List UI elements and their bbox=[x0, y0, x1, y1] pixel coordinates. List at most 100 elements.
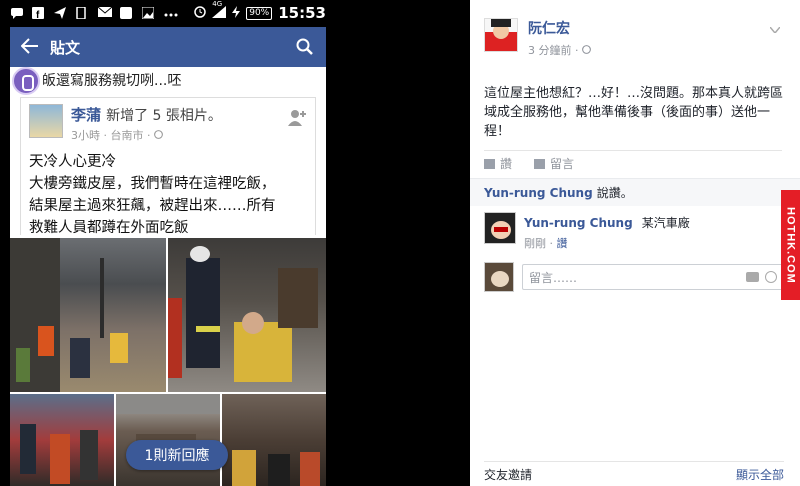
avatar[interactable] bbox=[484, 18, 518, 52]
rescuer-figure bbox=[20, 424, 36, 474]
see-all-link[interactable]: 顯示全部 bbox=[736, 466, 784, 483]
shared-post-card[interactable]: 李蒲 新增了 5 張相片。 3小時 · 台南市 · 天冷人心更冷 大樓旁鐵皮屋，… bbox=[20, 97, 316, 236]
comment-composer: 留言…… bbox=[484, 262, 784, 292]
post-meta: 3 分鐘前 · bbox=[528, 42, 591, 58]
alarm-icon bbox=[194, 5, 206, 21]
post-text-line: 天冷人心更冷 bbox=[29, 154, 116, 170]
post-author-block: 阮仁宏 3 分鐘前 · bbox=[528, 18, 591, 58]
chat-icon bbox=[10, 7, 24, 19]
photo-3[interactable] bbox=[10, 394, 114, 486]
screenshot-root: f 4G 90% 15:53 貼文 皈還寫服務親切咧...呸 李蒲 新增了 5 … bbox=[0, 0, 800, 486]
facebook-post-panel: 阮仁宏 3 分鐘前 · 這位屋主他想紅？…好！…沒問題。那本真人就跨區域成全服務… bbox=[470, 0, 800, 486]
image-icon bbox=[141, 6, 156, 20]
rescuer-figure bbox=[50, 434, 70, 484]
thumbs-up-icon bbox=[484, 159, 495, 169]
phone-icon bbox=[76, 6, 90, 20]
post-actions: 讚 留言 bbox=[484, 150, 782, 176]
likes-suffix: 說讚。 bbox=[596, 186, 633, 200]
message-icon bbox=[120, 7, 134, 19]
seated-rescuer bbox=[234, 322, 292, 382]
photo-1[interactable] bbox=[10, 238, 166, 392]
post-meta-text: 3小時 · 台南市 · bbox=[71, 129, 154, 142]
post-time[interactable]: 3 分鐘前 · bbox=[528, 44, 582, 57]
search-button[interactable] bbox=[290, 27, 326, 67]
background-people bbox=[278, 268, 318, 328]
rescuer-figure bbox=[300, 452, 320, 486]
comment-input[interactable]: 留言…… bbox=[522, 264, 784, 290]
previous-comment: 皈還寫服務親切咧...呸 bbox=[10, 67, 326, 95]
send-icon bbox=[54, 7, 68, 19]
watermark: HOTHK.COM bbox=[781, 190, 800, 300]
new-reply-button[interactable]: 1則新回應 bbox=[126, 440, 228, 470]
previous-comment-text: 皈還寫服務親切咧...呸 bbox=[42, 73, 182, 89]
like-button[interactable]: 讚 bbox=[484, 155, 512, 172]
globe-icon bbox=[154, 129, 163, 142]
post-text-line: 結果屋主過來狂飆，被趕出來……所有 bbox=[29, 198, 276, 214]
comment: Yun-rung Chung 某汽車廠 剛剛 · 讚 bbox=[484, 212, 690, 251]
comment-icon bbox=[534, 159, 546, 169]
comment-body: Yun-rung Chung 某汽車廠 剛剛 · 讚 bbox=[524, 212, 690, 251]
helmet bbox=[190, 246, 210, 262]
status-right: 4G 90% 15:53 bbox=[194, 0, 326, 22]
app-bar: 貼文 bbox=[10, 27, 326, 67]
comment-like-button[interactable]: 讚 bbox=[557, 237, 568, 250]
avatar bbox=[484, 262, 514, 292]
like-label: 讚 bbox=[500, 157, 513, 171]
comment-time[interactable]: 剛剛 bbox=[524, 237, 546, 250]
mail-icon bbox=[97, 6, 113, 19]
post-options-button[interactable] bbox=[769, 22, 781, 36]
rescuer-figure bbox=[232, 450, 256, 486]
street-lamp bbox=[100, 258, 104, 338]
facebook-icon: f bbox=[32, 7, 46, 21]
comment-author[interactable]: Yun-rung Chung bbox=[524, 216, 633, 230]
rescuer-figure bbox=[38, 326, 54, 356]
comment-placeholder: 留言…… bbox=[529, 270, 578, 285]
back-button[interactable] bbox=[10, 35, 50, 59]
comment-text: 某汽車廠 bbox=[641, 216, 690, 230]
emoji-icon[interactable] bbox=[765, 271, 777, 283]
friend-requests-label: 交友邀請 bbox=[484, 468, 533, 482]
rescuer-figure bbox=[70, 338, 90, 378]
photo-5[interactable] bbox=[222, 394, 326, 486]
firefighter-figure bbox=[186, 258, 220, 368]
battery-level: 90% bbox=[246, 6, 273, 20]
roof bbox=[116, 394, 220, 414]
comment-meta: 剛剛 · 讚 bbox=[524, 235, 690, 251]
post-text: 這位屋主他想紅？…好！…沒問題。那本真人就跨區域成全服務他，幫他準備後事（後面的… bbox=[484, 86, 784, 139]
add-friend-button[interactable] bbox=[287, 108, 307, 128]
post-meta: 3小時 · 台南市 · bbox=[71, 127, 222, 143]
head bbox=[242, 312, 264, 334]
status-bar: f 4G 90% 15:53 bbox=[10, 0, 326, 26]
search-icon bbox=[296, 38, 313, 55]
avatar[interactable] bbox=[484, 212, 516, 244]
rescuer-figure bbox=[80, 430, 98, 480]
comment-label: 留言 bbox=[550, 157, 575, 171]
back-arrow-icon bbox=[20, 38, 38, 54]
post-author[interactable]: 阮仁宏 bbox=[528, 18, 591, 38]
signal-icon: 4G bbox=[212, 0, 227, 20]
chat-head-icon[interactable] bbox=[12, 67, 40, 95]
charging-icon bbox=[232, 5, 241, 21]
notification-icons: f bbox=[10, 6, 178, 21]
more-icon bbox=[164, 7, 178, 19]
post-action: 新增了 5 張相片。 bbox=[106, 108, 222, 124]
camera-icon[interactable] bbox=[746, 272, 759, 282]
photo-2[interactable] bbox=[168, 238, 326, 392]
comment-button[interactable]: 留言 bbox=[534, 155, 574, 172]
post-text-line: 大樓旁鐵皮屋，我們暫時在這裡吃飯， bbox=[29, 176, 276, 192]
reflective-stripe bbox=[196, 326, 220, 332]
background-person bbox=[168, 298, 182, 378]
avatar[interactable] bbox=[29, 104, 63, 138]
comment-sep: · bbox=[546, 237, 557, 250]
rescuer-figure bbox=[268, 454, 290, 486]
post-header: 阮仁宏 3 分鐘前 · bbox=[484, 18, 591, 58]
rescuer-figure bbox=[16, 348, 30, 382]
page-title: 貼文 bbox=[50, 38, 81, 57]
add-friend-icon bbox=[288, 110, 306, 126]
chevron-down-icon bbox=[769, 26, 781, 35]
liker-name[interactable]: Yun-rung Chung bbox=[484, 186, 593, 200]
post-text-line: 救難人員都蹲在外面吃飯 bbox=[29, 220, 189, 236]
post-content: 皈還寫服務親切咧...呸 李蒲 新增了 5 張相片。 3小時 · 台南市 · 天… bbox=[10, 67, 326, 486]
post-author[interactable]: 李蒲 bbox=[71, 106, 101, 124]
post-author-block: 李蒲 新增了 5 張相片。 3小時 · 台南市 · bbox=[71, 104, 222, 143]
